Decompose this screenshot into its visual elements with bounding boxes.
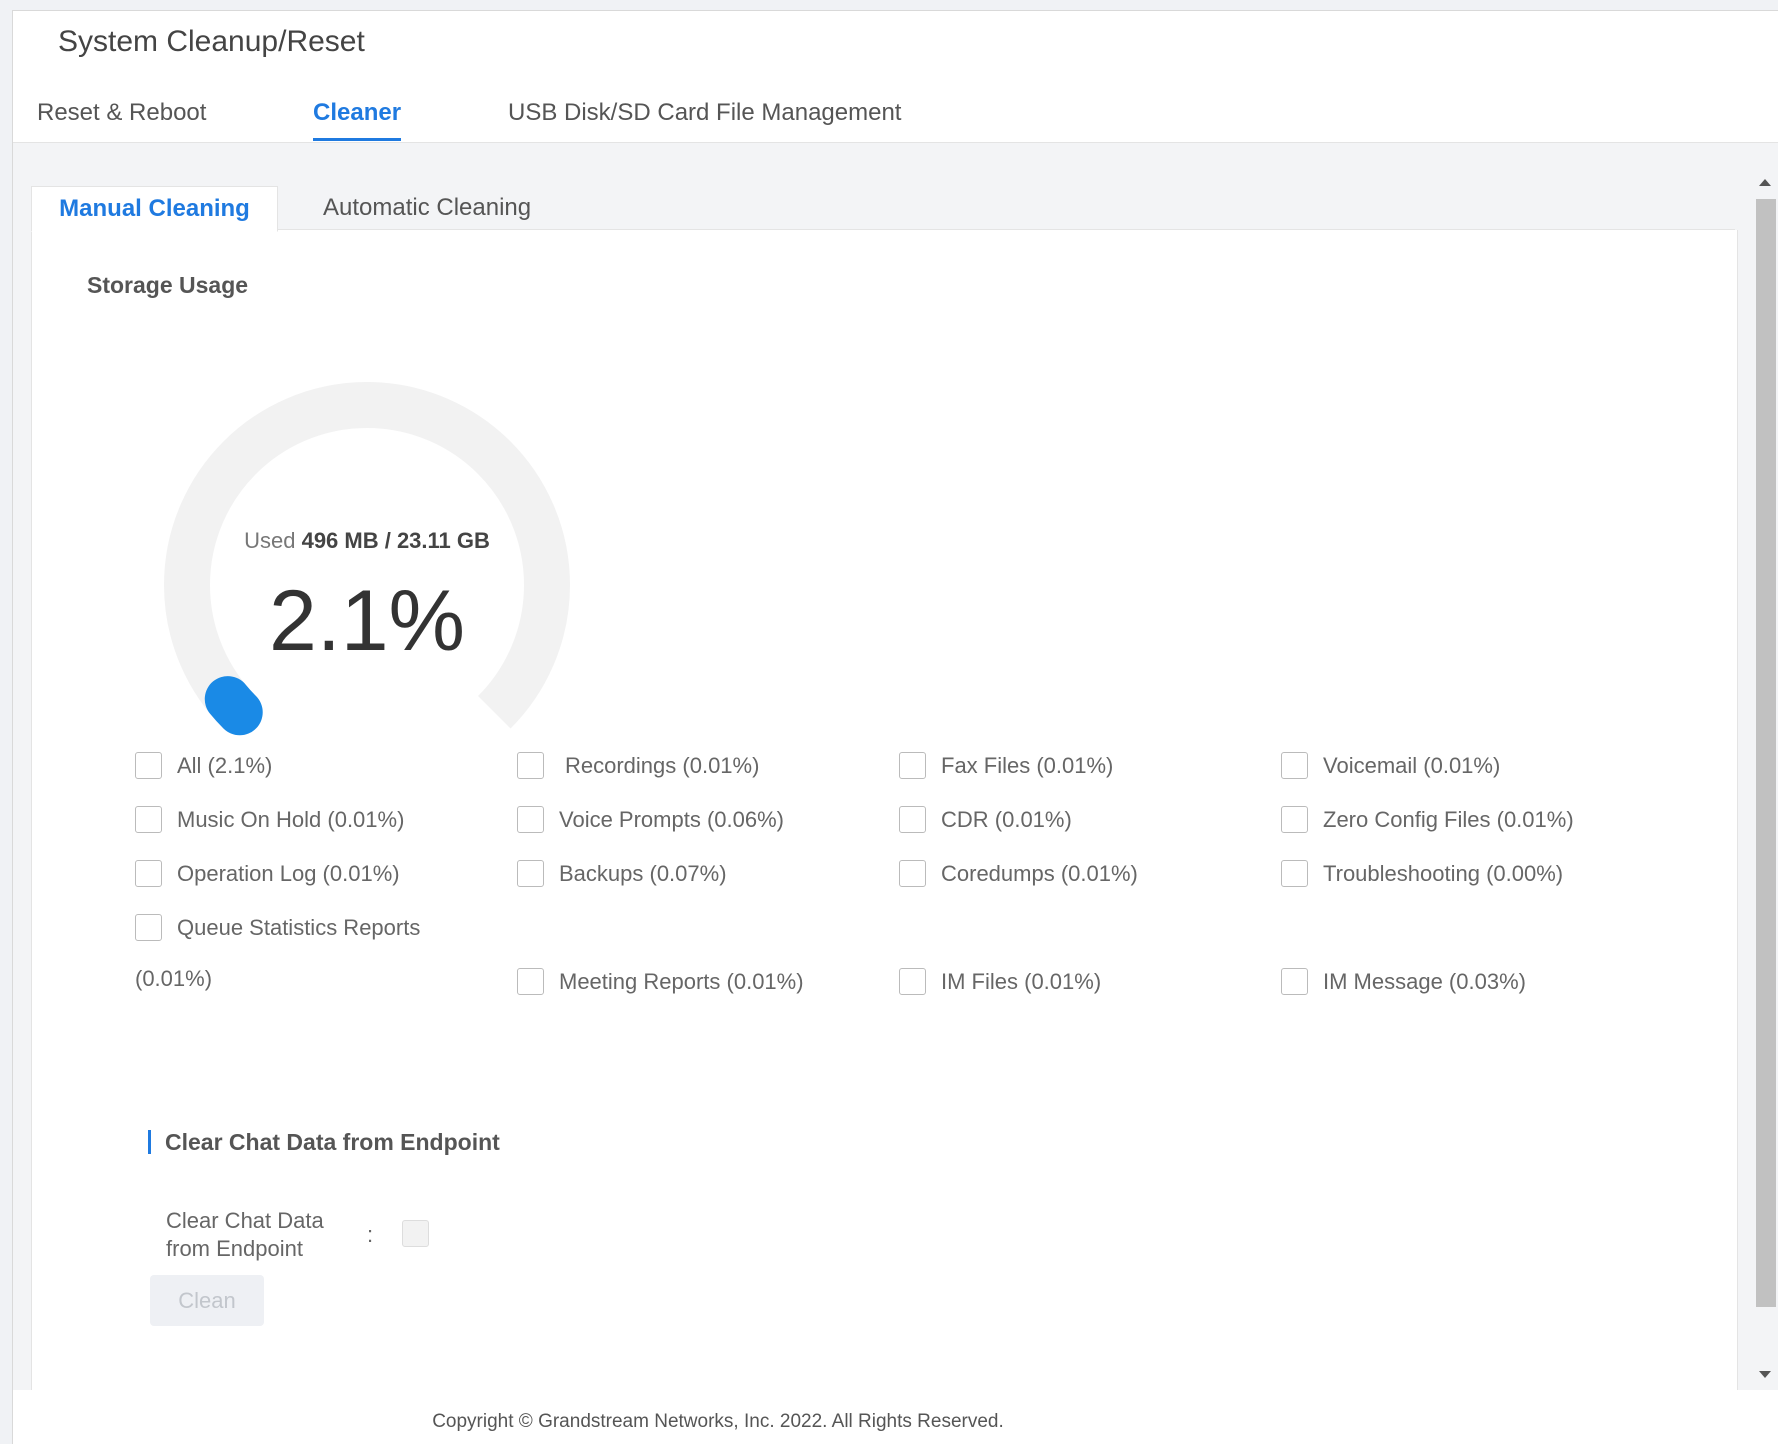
- option-label: Operation Log (0.01%): [177, 860, 400, 886]
- option-label: Coredumps (0.01%): [941, 860, 1138, 886]
- gauge-fill: [204, 676, 263, 736]
- copyright-footer: Copyright © Grandstream Networks, Inc. 2…: [432, 1411, 1004, 1432]
- subtab-manual-cleaning[interactable]: Manual Cleaning: [31, 186, 278, 232]
- scroll-up-arrow-icon[interactable]: [1759, 179, 1771, 186]
- option-music-on-hold[interactable]: Music On Hold (0.01%): [135, 806, 404, 833]
- manual-cleaning-panel: Storage Usage Used 496 MB / 23.11 GB 2.1…: [31, 230, 1738, 1390]
- checkbox[interactable]: [135, 806, 162, 833]
- option-operation-log[interactable]: Operation Log (0.01%): [135, 860, 400, 887]
- clear-chat-label: Clear Chat Data from Endpoint: [166, 1208, 324, 1261]
- option-cdr[interactable]: CDR (0.01%): [899, 806, 1072, 833]
- used-label: Used: [244, 528, 296, 553]
- checkbox[interactable]: [1281, 806, 1308, 833]
- option-voicemail[interactable]: Voicemail (0.01%): [1281, 752, 1500, 779]
- storage-gauge: Used 496 MB / 23.11 GB 2.1%: [132, 350, 602, 820]
- option-label: IM Files (0.01%): [941, 968, 1102, 994]
- option-label: Troubleshooting (0.00%): [1323, 860, 1564, 886]
- option-label: Recordings (0.01%): [565, 752, 760, 778]
- option-recordings[interactable]: Recordings (0.01%): [517, 752, 759, 779]
- gauge-percent: 2.1%: [268, 573, 466, 669]
- subtab-automatic-cleaning[interactable]: Automatic Cleaning: [313, 186, 541, 230]
- queue-statistics-value: (0.01%): [135, 966, 213, 991]
- checkbox[interactable]: [517, 860, 544, 887]
- option-all[interactable]: All (2.1%): [135, 752, 272, 779]
- option-label: Voicemail (0.01%): [1323, 752, 1501, 778]
- option-label: Voice Prompts (0.06%): [559, 806, 784, 832]
- checkbox[interactable]: [135, 914, 162, 941]
- tab-usb-disk-sd-card[interactable]: USB Disk/SD Card File Management: [508, 99, 901, 127]
- page-title: System Cleanup/Reset: [58, 25, 365, 58]
- option-label: All (2.1%): [177, 752, 273, 778]
- option-voice-prompts[interactable]: Voice Prompts (0.06%): [517, 806, 784, 833]
- option-label: Queue Statistics Reports: [177, 914, 421, 940]
- checkbox[interactable]: [517, 752, 544, 779]
- checkbox[interactable]: [1281, 968, 1308, 995]
- checkbox[interactable]: [899, 968, 926, 995]
- scroll-down-arrow-icon[interactable]: [1759, 1371, 1771, 1378]
- tab-reset-reboot[interactable]: Reset & Reboot: [37, 99, 206, 127]
- checkbox[interactable]: [517, 968, 544, 995]
- checkbox[interactable]: [1281, 752, 1308, 779]
- storage-usage-heading: Storage Usage: [87, 272, 249, 298]
- option-troubleshooting[interactable]: Troubleshooting (0.00%): [1281, 860, 1563, 887]
- clean-button[interactable]: Clean: [150, 1275, 264, 1326]
- option-coredumps[interactable]: Coredumps (0.01%): [899, 860, 1138, 887]
- option-meeting-reports[interactable]: Meeting Reports (0.01%): [517, 968, 804, 995]
- checkbox[interactable]: [899, 860, 926, 887]
- option-label: Zero Config Files (0.01%): [1323, 806, 1574, 832]
- field-colon: :: [367, 1222, 374, 1247]
- tab-cleaner[interactable]: Cleaner: [313, 99, 401, 127]
- checkbox[interactable]: [135, 752, 162, 779]
- checkbox[interactable]: [899, 752, 926, 779]
- clear-chat-checkbox[interactable]: [402, 1220, 429, 1247]
- option-backups[interactable]: Backups (0.07%): [517, 860, 727, 887]
- option-fax-files[interactable]: Fax Files (0.01%): [899, 752, 1113, 779]
- option-queue-statistics-reports[interactable]: Queue Statistics Reports: [135, 914, 420, 941]
- option-label: Music On Hold (0.01%): [177, 806, 405, 832]
- clear-chat-heading: Clear Chat Data from Endpoint: [148, 1130, 500, 1154]
- used-value: 496 MB / 23.11 GB: [301, 528, 490, 553]
- vertical-scrollbar[interactable]: [1753, 171, 1778, 1391]
- active-tab-indicator: [313, 138, 401, 141]
- option-label: CDR (0.01%): [941, 806, 1072, 832]
- scroll-thumb[interactable]: [1756, 199, 1776, 1307]
- option-label: Backups (0.07%): [559, 860, 727, 886]
- app-frame: System Cleanup/Reset Reset & Reboot Clea…: [12, 10, 1778, 1444]
- option-label: Meeting Reports (0.01%): [559, 968, 804, 994]
- gauge-used-text: Used 496 MB / 23.11 GB: [132, 528, 602, 554]
- checkbox[interactable]: [517, 806, 544, 833]
- option-im-files[interactable]: IM Files (0.01%): [899, 968, 1101, 995]
- checkbox[interactable]: [899, 806, 926, 833]
- option-im-message[interactable]: IM Message (0.03%): [1281, 968, 1526, 995]
- option-label: IM Message (0.03%): [1323, 968, 1526, 994]
- option-zero-config-files[interactable]: Zero Config Files (0.01%): [1281, 806, 1574, 833]
- checkbox[interactable]: [1281, 860, 1308, 887]
- checkbox[interactable]: [135, 860, 162, 887]
- option-label: Fax Files (0.01%): [941, 752, 1114, 778]
